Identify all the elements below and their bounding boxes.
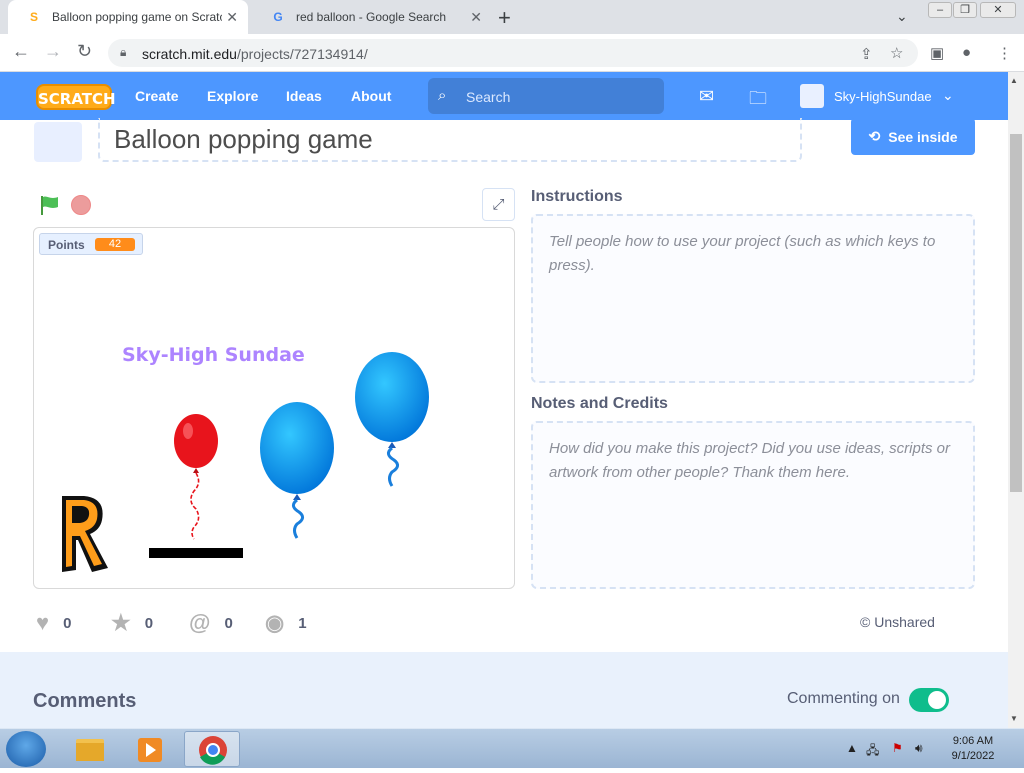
show-hidden-icons-icon[interactable]: ▲ bbox=[846, 741, 858, 755]
clock-time: 9:06 AM bbox=[952, 735, 994, 747]
share-status: © Unshared bbox=[860, 614, 935, 630]
heart-icon: ♥ bbox=[36, 610, 50, 635]
paddle-sprite[interactable] bbox=[149, 548, 243, 558]
tab-google-search[interactable]: G red balloon - Google Search ✕ bbox=[252, 0, 492, 34]
restore-button[interactable]: ❐ bbox=[953, 2, 977, 18]
variable-monitor: Points 42 bbox=[39, 233, 143, 255]
red-balloon-sprite[interactable] bbox=[172, 413, 220, 543]
scroll-up-arrow-icon[interactable]: ▲ bbox=[1010, 76, 1018, 85]
profile-icon[interactable]: ● bbox=[962, 44, 971, 61]
explorer-taskbar-icon[interactable] bbox=[62, 731, 118, 767]
tab-scratch-project[interactable]: S Balloon popping game on Scratc ✕ bbox=[8, 0, 248, 34]
favorite-stat[interactable]: ★ 0 bbox=[111, 610, 153, 636]
search-input[interactable]: ⌕ Search bbox=[428, 78, 664, 114]
url-domain: scratch.mit.edu bbox=[142, 46, 237, 62]
nav-explore[interactable]: Explore bbox=[207, 88, 258, 104]
project-title[interactable]: Balloon popping game bbox=[114, 124, 373, 155]
action-center-icon[interactable]: ⚑ bbox=[892, 741, 903, 755]
instructions-label: Instructions bbox=[531, 188, 623, 205]
variable-value: 42 bbox=[95, 238, 135, 251]
new-tab-button[interactable]: + bbox=[498, 5, 511, 31]
instructions-textarea[interactable]: Tell people how to use your project (suc… bbox=[531, 214, 975, 383]
side-panel-icon[interactable]: ▣ bbox=[930, 44, 944, 62]
tab-title: Balloon popping game on Scratc bbox=[52, 10, 222, 24]
chevron-down-icon[interactable]: ⌄ bbox=[942, 87, 954, 104]
media-player-taskbar-icon[interactable] bbox=[122, 731, 178, 767]
love-stat[interactable]: ♥ 0 bbox=[36, 610, 71, 636]
search-placeholder: Search bbox=[466, 89, 511, 105]
scratch-logo[interactable]: SCRATCH bbox=[36, 84, 116, 110]
stop-sign-icon[interactable] bbox=[71, 195, 91, 215]
comments-title: Comments bbox=[33, 690, 137, 712]
variable-label: Points bbox=[48, 238, 85, 252]
chrome-taskbar-icon[interactable] bbox=[184, 731, 240, 767]
see-inside-button[interactable]: ⟲ See inside bbox=[851, 118, 975, 155]
forward-arrow-icon[interactable]: → bbox=[44, 41, 62, 62]
star-icon: ★ bbox=[111, 610, 131, 635]
user-avatar[interactable] bbox=[800, 84, 824, 108]
reload-icon[interactable]: ↻ bbox=[77, 41, 92, 62]
google-favicon-icon: G bbox=[273, 10, 283, 24]
network-icon[interactable]: 🖧︎ bbox=[866, 741, 879, 762]
browser-tab-bar: S Balloon popping game on Scratc ✕ G red… bbox=[0, 0, 1024, 34]
remix-arrows-icon: ⟲ bbox=[868, 128, 881, 144]
clock-date: 9/1/2022 bbox=[951, 750, 995, 762]
blue-balloon-sprite[interactable] bbox=[354, 350, 430, 490]
scratch-navbar: SCRATCH Create Explore Ideas About ⌕ Sea… bbox=[0, 72, 1008, 120]
love-count: 0 bbox=[63, 614, 72, 632]
tab-search-chevron-icon[interactable]: ⌄ bbox=[896, 8, 908, 25]
views-stat: ◉ 1 bbox=[265, 610, 307, 636]
letter-r-sprite[interactable] bbox=[54, 492, 112, 574]
scrollbar-thumb[interactable] bbox=[1010, 134, 1022, 492]
commenting-toggle-label: Commenting on bbox=[787, 690, 900, 707]
nav-about[interactable]: About bbox=[351, 88, 391, 104]
share-icon[interactable]: ⇪ bbox=[860, 45, 873, 63]
url-text: scratch.mit.edu/projects/727134914/ bbox=[142, 46, 368, 62]
windows-taskbar: ▲ 🖧︎ ⚑ 🔊︎ 9:06 AM 9/1/2022 bbox=[0, 728, 1024, 768]
fullscreen-icon[interactable]: ⤢ bbox=[482, 188, 515, 221]
messages-envelope-icon[interactable]: ✉ bbox=[699, 86, 714, 107]
project-stage[interactable]: Points 42 Sky-High Sundae bbox=[33, 227, 515, 589]
remix-spiral-icon: @ bbox=[189, 610, 211, 635]
close-tab-icon[interactable]: ✕ bbox=[226, 9, 238, 26]
green-flag-icon[interactable] bbox=[38, 194, 60, 216]
back-arrow-icon[interactable]: ← bbox=[12, 41, 30, 62]
browser-toolbar: ← → ↻ 🔒︎ scratch.mit.edu/projects/727134… bbox=[0, 34, 1024, 72]
lock-icon: 🔒︎ bbox=[120, 45, 127, 59]
taskbar-clock[interactable]: 9:06 AM 9/1/2022 bbox=[945, 734, 1001, 764]
project-author-avatar[interactable] bbox=[34, 122, 82, 162]
nav-ideas[interactable]: Ideas bbox=[286, 88, 322, 104]
scroll-down-arrow-icon[interactable]: ▼ bbox=[1010, 714, 1018, 723]
see-inside-label: See inside bbox=[888, 128, 958, 145]
minimize-button[interactable]: – bbox=[928, 2, 952, 18]
volume-icon[interactable]: 🔊︎ bbox=[915, 741, 923, 756]
my-stuff-folder-icon[interactable]: 🗀︎ bbox=[749, 86, 767, 116]
remix-stat: @ 0 bbox=[189, 610, 233, 636]
notes-textarea[interactable]: How did you make this project? Did you u… bbox=[531, 421, 975, 589]
share-status-label: Unshared bbox=[874, 614, 935, 630]
sprite-text: Sky-High Sundae bbox=[122, 344, 305, 366]
address-bar[interactable]: 🔒︎ scratch.mit.edu/projects/727134914/ ⇪… bbox=[108, 39, 918, 67]
url-path: /projects/727134914/ bbox=[236, 46, 368, 62]
menu-kebab-icon[interactable]: ⋮ bbox=[997, 44, 1012, 62]
views-count: 1 bbox=[298, 614, 307, 632]
search-icon: ⌕ bbox=[438, 87, 447, 104]
username-label[interactable]: Sky-HighSundae bbox=[834, 89, 932, 104]
start-button[interactable] bbox=[6, 731, 46, 767]
window-close-button[interactable]: ✕ bbox=[980, 2, 1016, 18]
favorite-count: 0 bbox=[144, 614, 154, 632]
nav-create[interactable]: Create bbox=[135, 88, 179, 104]
tab-title: red balloon - Google Search bbox=[296, 10, 447, 24]
bookmark-star-icon[interactable]: ☆ bbox=[890, 44, 903, 62]
notes-label: Notes and Credits bbox=[531, 395, 668, 412]
commenting-toggle[interactable] bbox=[909, 688, 949, 712]
remix-count: 0 bbox=[224, 614, 233, 632]
scratch-favicon-icon: S bbox=[29, 10, 38, 24]
blue-balloon-sprite[interactable] bbox=[258, 400, 336, 540]
close-tab-icon[interactable]: ✕ bbox=[470, 9, 482, 26]
eye-icon: ◉ bbox=[265, 610, 285, 635]
